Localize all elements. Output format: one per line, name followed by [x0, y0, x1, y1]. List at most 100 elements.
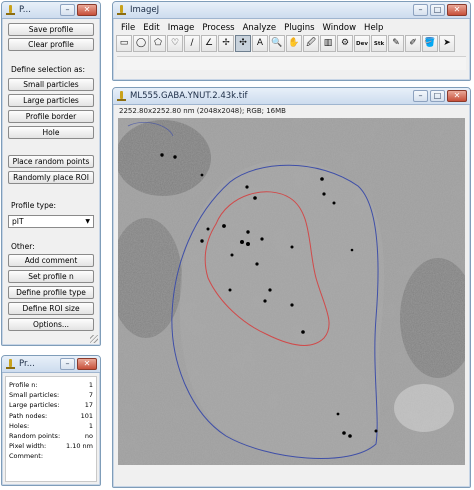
imagej-microscope-icon	[5, 358, 16, 370]
profile-type-value: pIT	[12, 217, 24, 226]
tool-glyph: ⬠	[154, 38, 162, 48]
save-profile-button[interactable]: Save profile	[8, 23, 94, 36]
tool-glyph: ✣	[239, 38, 247, 48]
imagej-microscope-icon	[5, 4, 16, 16]
tool-glyph: 🔍	[271, 38, 283, 48]
hand-tool-icon[interactable]: ✋	[286, 35, 302, 52]
stats-row: Large particles: 17	[9, 400, 93, 410]
menu-analyze[interactable]: Analyze	[239, 23, 281, 33]
drawing-tools-icon[interactable]: ✐	[405, 35, 421, 52]
stats-row: Pixel width: 1.10 nm	[9, 441, 93, 451]
clear-profile-button[interactable]: Clear profile	[8, 38, 94, 51]
tool-glyph: ⚙	[340, 38, 350, 48]
stack-menu-icon[interactable]: Stk	[371, 35, 387, 52]
stats-value: 1.10 nm	[66, 442, 93, 451]
image-info: 2252.80x2252.80 nm (2048x2048); RGB; 16M…	[119, 107, 286, 115]
menu-plugins[interactable]: Plugins	[280, 23, 318, 33]
maximize-button[interactable]: □	[430, 90, 445, 102]
minimize-button[interactable]: –	[413, 90, 428, 102]
define-profile-type-button[interactable]: Define profile type	[8, 286, 94, 299]
stats-list: Profile n: 1 Small particles: 7 Large part…	[5, 376, 97, 482]
maximize-button[interactable]: □	[430, 4, 445, 16]
options-button[interactable]: Options...	[8, 318, 94, 331]
angle-tool-icon[interactable]: ∠	[201, 35, 217, 52]
small-particles-button[interactable]: Small particles	[8, 78, 94, 91]
stats-value: 7	[88, 391, 93, 400]
stats-value: no	[84, 432, 93, 441]
stats-row: Holes: 1	[9, 421, 93, 431]
magnifier-tool-icon[interactable]: 🔍	[269, 35, 285, 52]
tool-glyph: ➤	[443, 38, 451, 48]
define-selection-label: Define selection as:	[11, 65, 85, 74]
profile-border-button[interactable]: Profile border	[8, 110, 94, 123]
image-title: ML555.GABA.YNUT.2.43k.tif	[130, 91, 248, 101]
arrow-tool-icon[interactable]: ➤	[439, 35, 455, 52]
add-comment-button[interactable]: Add comment	[8, 254, 94, 267]
minimize-button[interactable]: –	[413, 4, 428, 16]
menu-process[interactable]: Process	[198, 23, 238, 33]
stats-value: 1	[88, 381, 93, 389]
text-tool-icon[interactable]: A	[252, 35, 268, 52]
flood-fill-icon[interactable]: 🪣	[422, 35, 438, 52]
set-profile-n-button[interactable]: Set profile n	[8, 270, 94, 283]
freehand-tool-icon[interactable]: ♡	[167, 35, 183, 52]
stats-label: Pixel width:	[9, 442, 47, 451]
rectangle-tool-icon[interactable]: ▭	[116, 35, 132, 52]
menu-file[interactable]: File	[117, 23, 139, 33]
menu-image[interactable]: Image	[164, 23, 199, 33]
tool-glyph: ✎	[392, 38, 400, 48]
menu-window[interactable]: Window	[319, 23, 361, 33]
brush-tool-icon[interactable]: ✎	[388, 35, 404, 52]
hole-button[interactable]: Hole	[8, 126, 94, 139]
place-random-points-button[interactable]: Place random points	[8, 155, 94, 168]
stats-value: 1	[88, 421, 93, 430]
stats-value: 101	[80, 411, 93, 420]
color-picker-tool-icon[interactable]: 🖉	[303, 35, 319, 52]
imagej-titlebar[interactable]: ImageJ – □ ✕	[113, 2, 470, 19]
stats-titlebar[interactable]: Pr... – ✕	[2, 356, 100, 373]
developer-menu-icon[interactable]: ⚙	[337, 35, 353, 52]
tool-glyph: ✋	[288, 38, 300, 48]
imagej-microscope-icon	[116, 4, 127, 16]
polygon-tool-icon[interactable]: ⬠	[150, 35, 166, 52]
minimize-button[interactable]: –	[60, 358, 75, 370]
stats-row: Profile n: 1	[9, 380, 93, 390]
close-button[interactable]: ✕	[77, 358, 97, 370]
stats-label: Small particles:	[9, 391, 60, 400]
tool-glyph: ∠	[204, 38, 214, 48]
dev-menu-icon[interactable]: Dev	[354, 35, 370, 52]
profile-type-select[interactable]: pIT ▼	[8, 215, 94, 228]
randomly-place-roi-button[interactable]: Randomly place ROI	[8, 171, 94, 184]
toolbar: ▭ ◯ ⬠ ♡ ∕ ∠ ✢ ✣ A 🔍 ✋ 🖉 ▥ ⚙ Dev Stk ✎ ✐ 🪣 ➤	[113, 34, 470, 53]
tool-glyph: 🖉	[306, 38, 316, 48]
tool-glyph: ◯	[135, 38, 147, 48]
image-titlebar[interactable]: ML555.GABA.YNUT.2.43k.tif – □ ✕	[113, 88, 470, 105]
resize-grip[interactable]	[90, 335, 98, 343]
tool-glyph: ▭	[119, 38, 129, 48]
define-roi-size-button[interactable]: Define ROI size	[8, 302, 94, 315]
stats-row: Random points: no	[9, 431, 93, 441]
wand-tool-icon[interactable]: ✣	[235, 35, 251, 52]
lut-tool-icon[interactable]: ▥	[320, 35, 336, 52]
tool-glyph: Stk	[373, 41, 385, 47]
micrograph-image	[118, 118, 465, 465]
close-button[interactable]: ✕	[447, 4, 467, 16]
tool-glyph: 🪣	[424, 38, 436, 48]
close-button[interactable]: ✕	[77, 4, 97, 16]
menu-help[interactable]: Help	[360, 23, 387, 33]
minimize-button[interactable]: –	[60, 4, 75, 16]
tool-glyph: A	[256, 38, 264, 48]
stats-label: Path nodes:	[9, 411, 48, 420]
close-button[interactable]: ✕	[447, 90, 467, 102]
tool-glyph: ▥	[323, 38, 333, 48]
imagej-main-window: ImageJ – □ ✕ File Edit Image Process Ana…	[112, 1, 471, 81]
menu-edit[interactable]: Edit	[139, 23, 163, 33]
oval-tool-icon[interactable]: ◯	[133, 35, 149, 52]
point-tool-icon[interactable]: ✢	[218, 35, 234, 52]
plugin-panel-titlebar[interactable]: P... – ✕	[2, 2, 100, 19]
line-tool-icon[interactable]: ∕	[184, 35, 200, 52]
large-particles-button[interactable]: Large particles	[8, 94, 94, 107]
micrograph-canvas[interactable]	[118, 118, 465, 465]
stats-label: Large particles:	[9, 401, 60, 410]
stats-label: Holes:	[9, 421, 30, 430]
